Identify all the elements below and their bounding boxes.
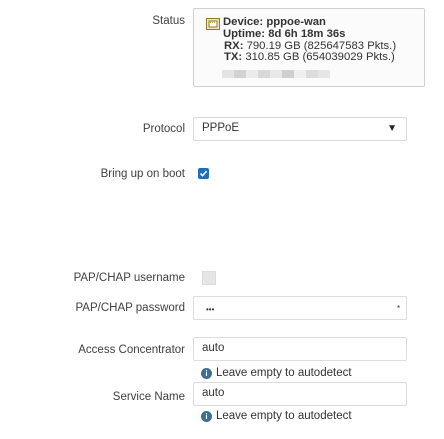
uptime-label: Uptime: <box>223 27 266 40</box>
status-details: Device: pppoe-wan Uptime: 8d 6h 18m 36s … <box>223 16 397 64</box>
concentrator-hint: i Leave empty to autodetect <box>201 367 352 379</box>
service-value: auto <box>202 387 225 399</box>
device-value: pppoe-wan <box>266 16 326 28</box>
checkmark-icon <box>199 170 208 177</box>
password-reveal-button[interactable]: * <box>397 304 400 313</box>
password-value: ••• <box>206 305 215 314</box>
uptime-value: 8d 6h 18m 36s <box>268 27 346 40</box>
password-label: PAP/CHAP password <box>75 302 185 314</box>
concentrator-hint-text: Leave empty to autodetect <box>216 367 352 379</box>
service-label: Service Name <box>112 391 185 403</box>
protocol-select[interactable]: PPPoE ▼ <box>193 117 407 141</box>
status-label: Status <box>152 15 185 27</box>
service-hint-text: Leave empty to autodetect <box>216 410 352 422</box>
protocol-value: PPPoE <box>202 122 240 134</box>
chevron-down-icon: ▼ <box>387 123 397 134</box>
rx-label: RX: <box>224 39 244 52</box>
status-traffic-strip <box>222 70 330 78</box>
concentrator-input[interactable]: auto <box>193 337 407 361</box>
ethernet-port-icon <box>206 18 220 30</box>
info-icon: i <box>201 410 212 422</box>
info-icon: i <box>201 367 212 379</box>
service-hint: i Leave empty to autodetect <box>201 410 352 422</box>
username-input[interactable] <box>202 271 216 285</box>
rx-value: 790.19 GB (825647583 Pkts.) <box>246 39 397 52</box>
concentrator-label: Access Concentrator <box>78 344 185 356</box>
password-input[interactable] <box>193 296 407 320</box>
status-panel: Device: pppoe-wan Uptime: 8d 6h 18m 36s … <box>193 8 425 87</box>
tx-label: TX: <box>224 51 243 64</box>
boot-label: Bring up on boot <box>100 168 185 180</box>
tx-value: 310.85 GB (654039029 Pkts.) <box>245 51 395 64</box>
service-input[interactable]: auto <box>193 382 407 406</box>
concentrator-value: auto <box>202 342 225 354</box>
username-label: PAP/CHAP username <box>73 272 185 284</box>
protocol-label: Protocol <box>142 123 185 135</box>
device-label: Device: <box>223 16 264 28</box>
boot-checkbox[interactable] <box>198 168 209 179</box>
